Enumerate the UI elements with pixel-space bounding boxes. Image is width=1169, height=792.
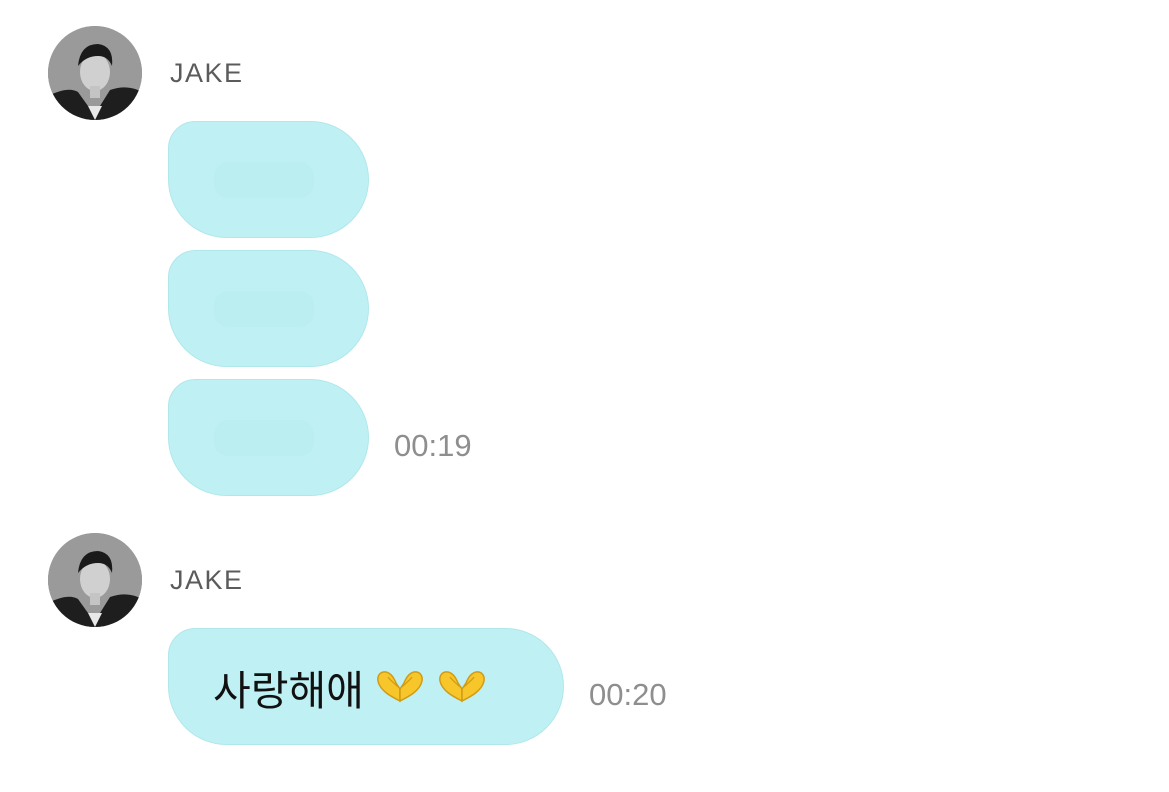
redacted-text — [214, 291, 314, 327]
profile-photo-icon — [48, 26, 142, 120]
message-bubble[interactable] — [168, 250, 369, 367]
message-timestamp: 00:19 — [394, 428, 472, 463]
message-bubble[interactable] — [168, 121, 369, 238]
heart-hands-emoji-icon — [374, 667, 426, 707]
sender-name: JAKE — [170, 58, 244, 88]
message-timestamp: 00:20 — [589, 677, 667, 712]
avatar[interactable] — [48, 26, 142, 120]
message-text: 사랑해애 — [213, 666, 364, 715]
sender-name: JAKE — [170, 565, 244, 595]
avatar[interactable] — [48, 533, 142, 627]
message-bubble[interactable] — [168, 379, 369, 496]
message-bubble[interactable]: 사랑해애 — [168, 628, 564, 745]
heart-hands-emoji-icon — [436, 667, 488, 707]
profile-photo-icon — [48, 533, 142, 627]
redacted-text — [214, 420, 314, 456]
redacted-text — [214, 162, 314, 198]
